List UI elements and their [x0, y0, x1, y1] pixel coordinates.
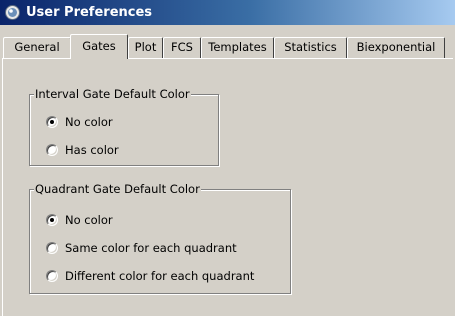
gates-tab-panel: Interval Gate Default Color No color Has… [2, 58, 453, 316]
interval-no-color-radio[interactable] [46, 116, 58, 128]
tab-label: Gates [82, 39, 116, 53]
window-title: User Preferences [26, 5, 153, 20]
quadrant-no-color-radio[interactable] [46, 214, 58, 226]
tab-label: General [14, 40, 60, 54]
quadrant-gate-group: Quadrant Gate Default Color No color Sam… [29, 182, 291, 294]
tab-label: Statistics [284, 40, 337, 54]
title-bar[interactable]: User Preferences [0, 0, 455, 25]
tab-templates[interactable]: Templates [201, 37, 274, 58]
interval-no-color-label[interactable]: No color [65, 115, 113, 129]
user-preferences-window: User Preferences General Gates Plot FCS … [0, 0, 455, 316]
tab-gates[interactable]: Gates [70, 34, 128, 59]
quadrant-same-color-label[interactable]: Same color for each quadrant [65, 241, 237, 255]
quadrant-gate-group-title: Quadrant Gate Default Color [34, 182, 201, 196]
interval-gate-group-title: Interval Gate Default Color [34, 87, 191, 101]
tab-label: Templates [208, 40, 267, 54]
tab-biexponential[interactable]: Biexponential [347, 37, 445, 58]
interval-has-color-radio[interactable] [46, 144, 58, 156]
tab-label: Biexponential [356, 40, 436, 54]
quadrant-same-color-radio[interactable] [46, 242, 58, 254]
tab-label: Plot [134, 40, 157, 54]
interval-has-color-label[interactable]: Has color [65, 143, 119, 157]
tab-general[interactable]: General [3, 37, 71, 58]
interval-gate-group: Interval Gate Default Color No color Has… [29, 87, 219, 166]
app-icon [5, 5, 20, 20]
quadrant-different-color-radio[interactable] [46, 270, 58, 282]
quadrant-different-color-label[interactable]: Different color for each quadrant [65, 269, 254, 283]
tab-fcs[interactable]: FCS [163, 37, 201, 58]
quadrant-no-color-label[interactable]: No color [65, 213, 113, 227]
tab-plot[interactable]: Plot [128, 37, 163, 58]
tab-label: FCS [171, 40, 193, 54]
tab-statistics[interactable]: Statistics [274, 37, 347, 58]
